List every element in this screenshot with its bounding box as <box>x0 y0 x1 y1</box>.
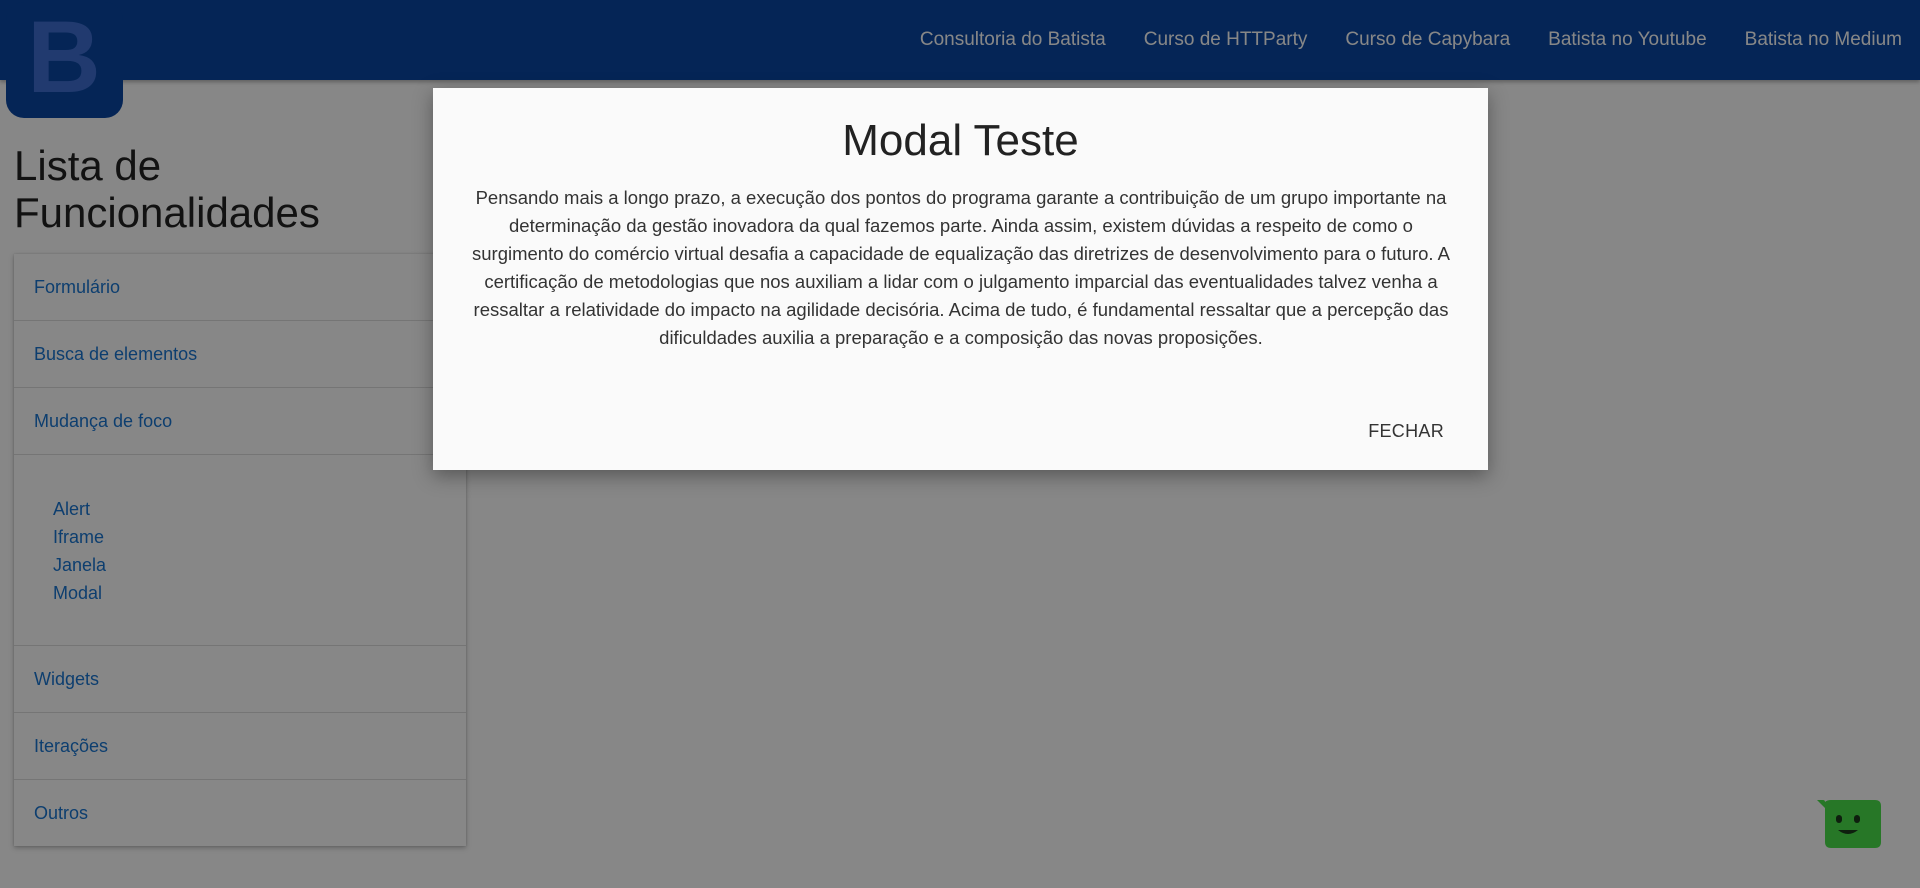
modal-title: Modal Teste <box>842 116 1079 165</box>
modal-body-text: Pensando mais a longo prazo, a execução … <box>472 187 1450 348</box>
modal-dialog: Modal Teste Pensando mais a longo prazo,… <box>433 88 1488 470</box>
modal-close-button[interactable]: FECHAR <box>1368 415 1444 448</box>
modal-footer: FECHAR <box>1368 415 1444 448</box>
